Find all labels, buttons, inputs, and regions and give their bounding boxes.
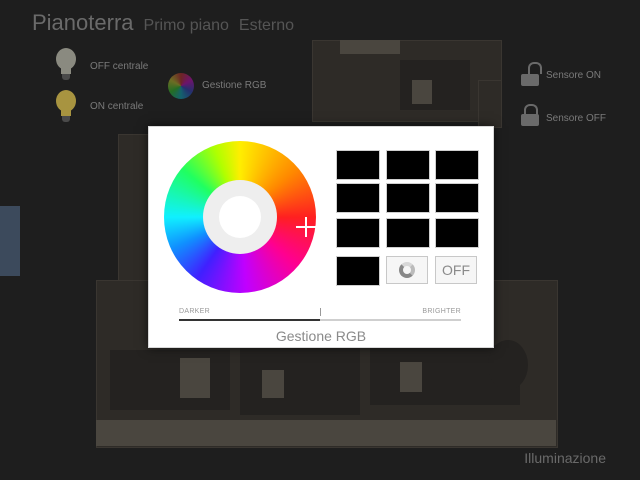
cycle-button[interactable] [386,256,428,284]
sensore-off-label: Sensore OFF [546,113,607,124]
off-button[interactable]: OFF [435,256,477,284]
rgb-dialog: OFF DARKER BRIGHTER Gestione RGB [148,126,494,348]
spinner-icon [399,262,415,278]
color-wheel[interactable] [164,141,316,293]
color-swatch[interactable] [336,256,380,286]
bulb-off-icon[interactable] [55,48,77,82]
rgb-wheel-icon[interactable] [168,73,194,99]
brightness-slider-fill [179,319,320,321]
crosshair-icon[interactable] [296,217,316,237]
on-centrale-label: ON centrale [90,101,144,112]
color-swatch[interactable] [386,183,430,213]
section-title: Illuminazione [524,450,606,466]
color-swatch[interactable] [336,218,380,248]
color-swatch[interactable] [435,183,479,213]
lock-icon[interactable] [521,104,539,126]
off-centrale-label: OFF centrale [90,61,149,72]
gestione-rgb-label: Gestione RGB [202,80,267,91]
color-swatch[interactable] [336,183,380,213]
color-swatch[interactable] [435,218,479,248]
slider-tick [320,308,321,316]
brighter-label: BRIGHTER [422,308,461,315]
darker-label: DARKER [179,308,210,315]
unlock-icon[interactable] [521,62,542,86]
sensore-on-label: Sensore ON [546,70,602,81]
bulb-on-icon[interactable] [55,90,77,124]
dialog-title: Gestione RGB [275,328,367,344]
color-swatch[interactable] [386,150,430,180]
off-button-label: OFF [442,262,470,278]
brightness-slider[interactable] [179,319,461,321]
color-swatch[interactable] [336,150,380,180]
color-swatch[interactable] [435,150,479,180]
color-wheel-center[interactable] [219,196,261,238]
color-swatch[interactable] [386,218,430,248]
